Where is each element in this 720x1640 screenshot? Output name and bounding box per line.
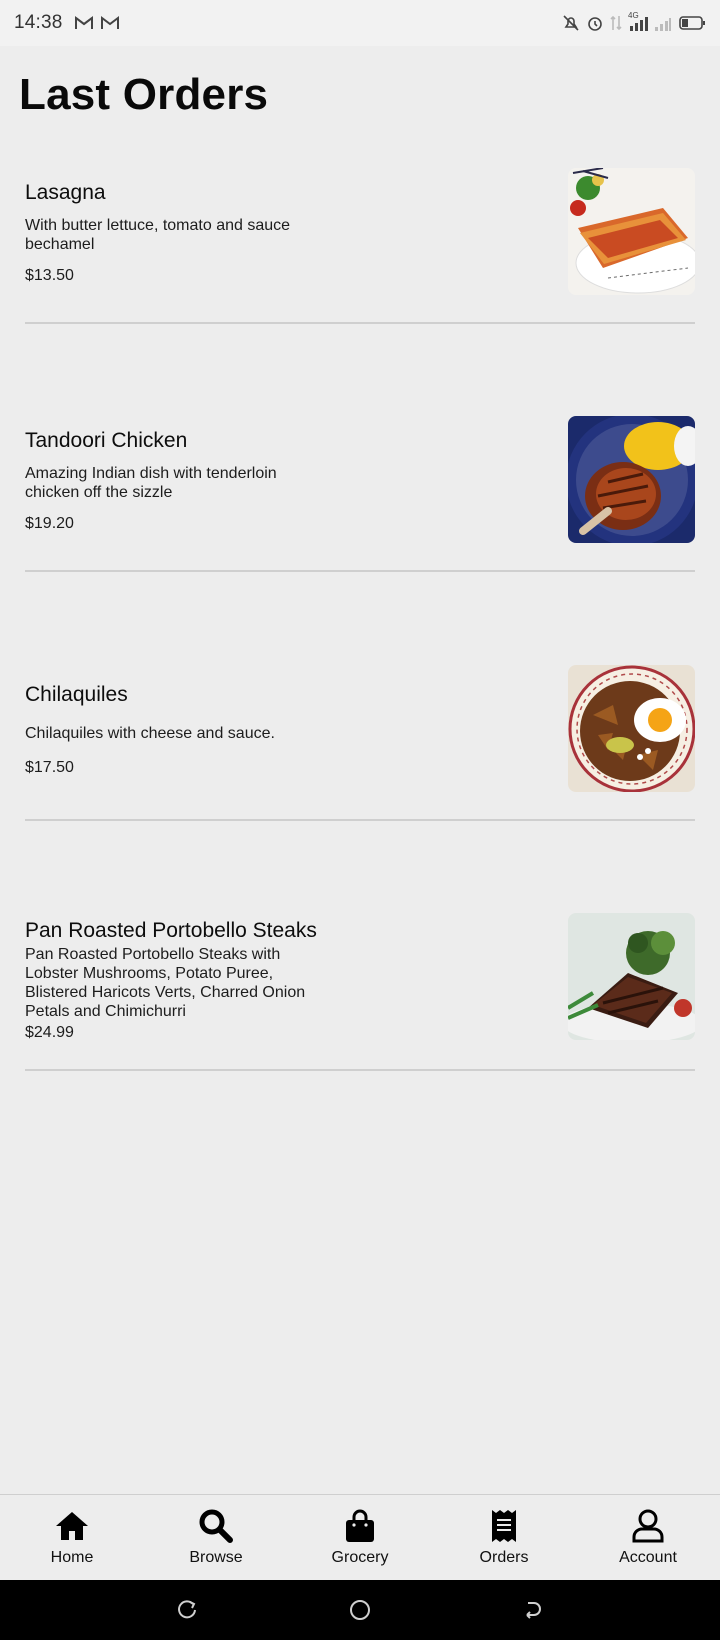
nav-item-grocery[interactable]: Grocery	[288, 1495, 432, 1580]
back-icon	[526, 1602, 542, 1619]
notification-icons	[74, 16, 127, 30]
order-name: Pan Roasted Portobello Steaks	[25, 919, 317, 942]
nav-label: Browse	[189, 1549, 243, 1566]
receipt-icon	[491, 1509, 517, 1543]
order-description: Amazing Indian dish with tenderloin chic…	[25, 465, 277, 501]
gmail-icon	[100, 16, 119, 29]
user-icon	[632, 1509, 664, 1543]
order-price: $19.20	[25, 515, 74, 532]
recents-button[interactable]	[167, 1590, 207, 1630]
nav-label: Grocery	[331, 1549, 389, 1566]
status-time: 14:38	[14, 12, 63, 33]
nav-item-account[interactable]: Account	[576, 1495, 720, 1580]
order-divider	[25, 1069, 695, 1071]
order-name: Tandoori Chicken	[25, 429, 188, 452]
order-item[interactable]: Tandoori Chicken Amazing Indian dish wit…	[25, 416, 695, 572]
home-circle-icon	[349, 1600, 370, 1620]
portobello-steak-photo	[568, 913, 695, 1040]
order-divider	[25, 570, 695, 572]
order-description: Chilaquiles with cheese and sauce.	[25, 725, 275, 742]
order-divider	[25, 322, 695, 324]
signal-4g-icon: 4G	[628, 11, 648, 32]
nav-label: Home	[50, 1549, 94, 1566]
shopping-bag-icon	[345, 1509, 375, 1543]
order-description: Pan Roasted Portobello Steaks with Lobst…	[25, 946, 306, 1020]
order-item[interactable]: Chilaquiles Chilaquiles with cheese and …	[25, 665, 695, 821]
order-description: With butter lettuce, tomato and sauce be…	[25, 217, 291, 253]
system-status-icons: 4G	[562, 11, 706, 32]
order-name: Lasagna	[25, 181, 106, 204]
system-nav-bar	[0, 1580, 720, 1640]
tandoori-chicken-photo	[568, 416, 695, 543]
mute-icon	[563, 15, 579, 31]
order-item[interactable]: Pan Roasted Portobello Steaks Pan Roaste…	[25, 913, 695, 1073]
status-bar: 14:38 4G	[0, 0, 720, 46]
data-icon	[610, 15, 622, 31]
nav-item-home[interactable]: Home	[0, 1495, 144, 1580]
nav-item-orders[interactable]: Orders	[432, 1495, 576, 1580]
nav-label: Orders	[479, 1549, 529, 1566]
order-price: $17.50	[25, 759, 74, 776]
order-name: Chilaquiles	[25, 683, 128, 706]
alarm-icon	[588, 17, 602, 31]
nav-item-browse[interactable]: Browse	[144, 1495, 288, 1580]
signal-icon	[655, 18, 671, 31]
battery-icon	[679, 16, 705, 30]
nav-label: Account	[619, 1549, 677, 1566]
home-button[interactable]	[340, 1590, 380, 1630]
back-button[interactable]	[513, 1590, 553, 1630]
order-price: $13.50	[25, 267, 74, 284]
chilaquiles-photo	[568, 665, 695, 792]
search-icon	[199, 1509, 233, 1543]
gmail-icon	[74, 16, 93, 29]
lasagna-photo	[568, 168, 695, 295]
order-item[interactable]: Lasagna With butter lettuce, tomato and …	[25, 168, 695, 324]
recents-icon	[177, 1600, 196, 1619]
page-title: Last Orders	[19, 70, 269, 119]
home-icon	[54, 1509, 90, 1543]
app-screen: 14:38 4G Last Orders Lasagna With butter…	[0, 0, 720, 1640]
bottom-nav: Home Browse Grocery Orders Account	[0, 1494, 720, 1580]
order-price: $24.99	[25, 1024, 74, 1041]
order-divider	[25, 819, 695, 821]
